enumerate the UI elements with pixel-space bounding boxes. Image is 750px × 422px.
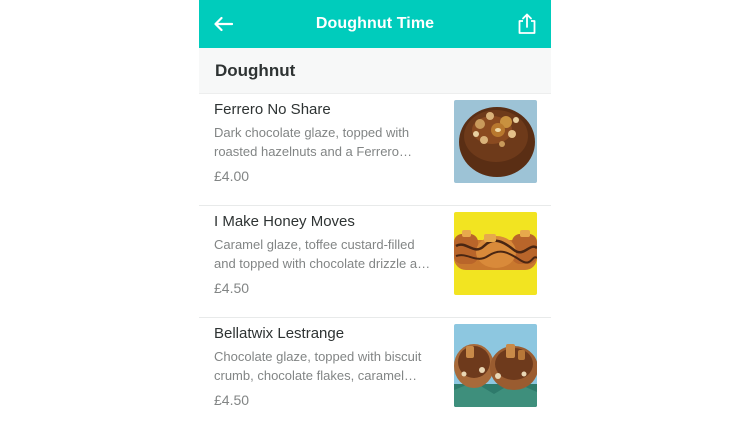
- arrow-left-icon: [214, 16, 233, 32]
- menu-item-description: Caramel glaze, toffee custard-filled and…: [214, 237, 432, 271]
- menu-item[interactable]: I Make Honey Moves Caramel glaze, toffee…: [199, 206, 551, 318]
- doughnut-photo: [454, 324, 537, 407]
- phone-screen: Doughnut Time Doughnut Ferrero No Share …: [199, 0, 551, 422]
- menu-item-text: Ferrero No Share Dark chocolate glaze, t…: [214, 100, 436, 184]
- menu-item[interactable]: Bellatwix Lestrange Chocolate glaze, top…: [199, 318, 551, 422]
- menu-item-text: Bellatwix Lestrange Chocolate glaze, top…: [214, 324, 436, 408]
- menu-item-price: £4.00: [214, 168, 250, 184]
- doughnut-photo: [454, 100, 537, 183]
- menu-item[interactable]: Ferrero No Share Dark chocolate glaze, t…: [199, 94, 551, 206]
- doughnut-photo: [454, 212, 537, 295]
- back-button[interactable]: [199, 0, 247, 48]
- menu-item-description: Chocolate glaze, topped with biscuit cru…: [214, 349, 422, 383]
- share-button[interactable]: [503, 0, 551, 48]
- menu-item-text: I Make Honey Moves Caramel glaze, toffee…: [214, 212, 436, 296]
- page-title: Doughnut Time: [315, 15, 435, 32]
- share-icon: [518, 13, 536, 34]
- menu-item-description: Dark chocolate glaze, topped with roaste…: [214, 125, 410, 159]
- menu-item-name: Bellatwix Lestrange: [214, 325, 345, 342]
- section-header: Doughnut: [199, 48, 551, 94]
- menu-item-name: Ferrero No Share: [214, 101, 331, 118]
- menu-item-name: I Make Honey Moves: [214, 213, 355, 230]
- menu-item-price: £4.50: [214, 392, 250, 408]
- menu-item-price: £4.50: [214, 280, 250, 296]
- menu-item-image: [454, 212, 537, 295]
- menu-item-image: [454, 324, 537, 407]
- menu-item-list: Ferrero No Share Dark chocolate glaze, t…: [199, 94, 551, 422]
- top-bar: Doughnut Time: [199, 0, 551, 48]
- menu-item-image: [454, 100, 537, 183]
